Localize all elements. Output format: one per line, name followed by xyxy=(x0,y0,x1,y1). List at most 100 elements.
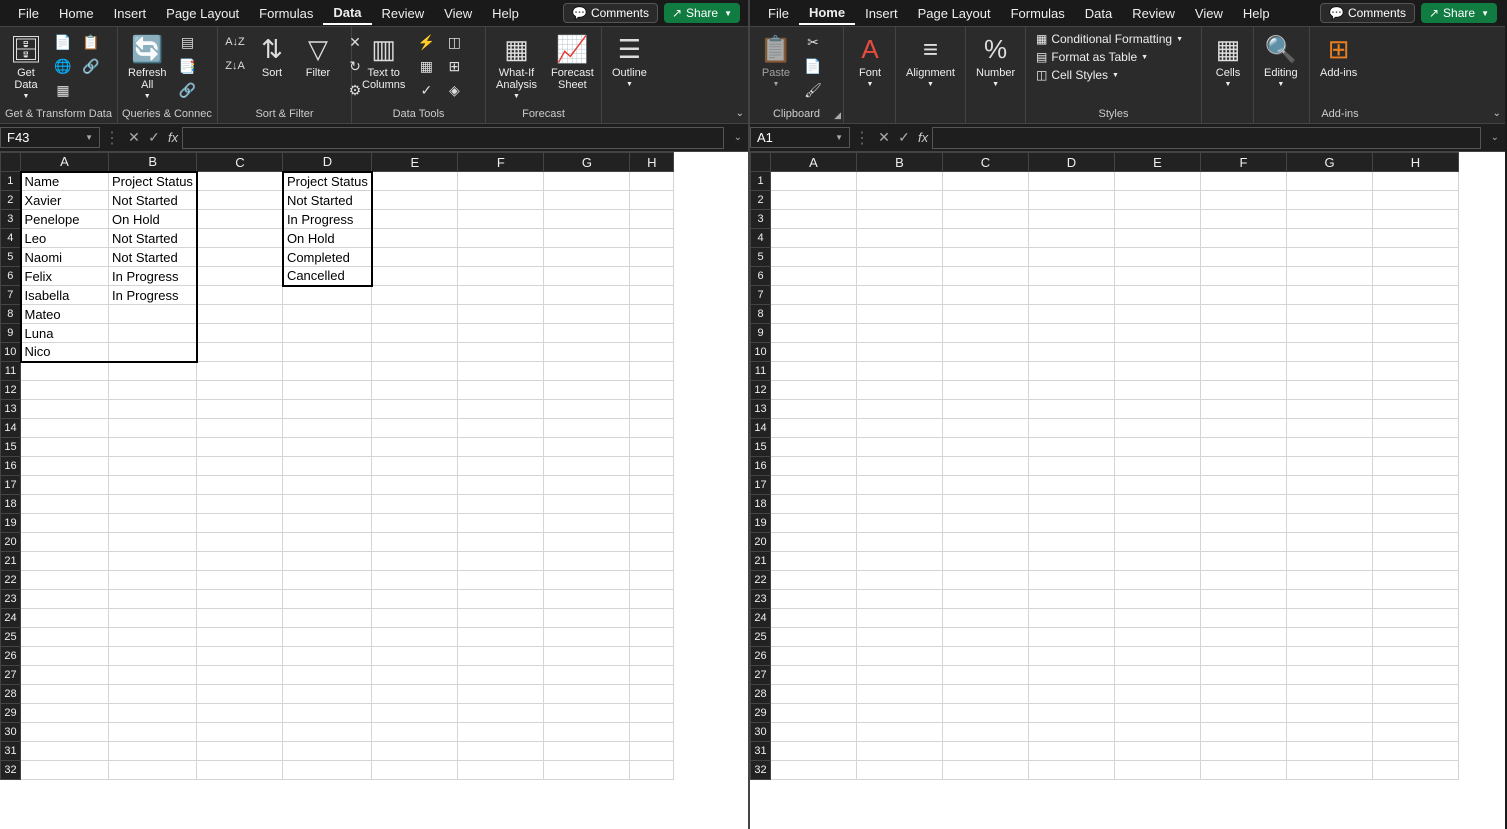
cell-H7[interactable] xyxy=(1373,286,1459,305)
row-header-25[interactable]: 25 xyxy=(1,628,21,647)
cell-H6[interactable] xyxy=(1373,267,1459,286)
cell-C13[interactable] xyxy=(197,400,283,419)
cell-A17[interactable] xyxy=(21,476,109,495)
cell-A30[interactable] xyxy=(21,723,109,742)
edit-links-icon[interactable]: 🔗 xyxy=(177,79,199,101)
cell-B26[interactable] xyxy=(857,647,943,666)
row-header-13[interactable]: 13 xyxy=(1,400,21,419)
cell-A31[interactable] xyxy=(771,742,857,761)
cell-E8[interactable] xyxy=(372,305,458,324)
cell-D28[interactable] xyxy=(1029,685,1115,704)
cell-B15[interactable] xyxy=(857,438,943,457)
row-header-12[interactable]: 12 xyxy=(1,381,21,400)
cell-D21[interactable] xyxy=(283,552,372,571)
cell-C32[interactable] xyxy=(197,761,283,780)
cell-E22[interactable] xyxy=(372,571,458,590)
cut-icon[interactable]: ✂ xyxy=(802,31,824,53)
cell-G27[interactable] xyxy=(544,666,630,685)
cell-A23[interactable] xyxy=(21,590,109,609)
row-header-20[interactable]: 20 xyxy=(751,533,771,552)
cell-A3[interactable]: Penelope xyxy=(21,210,109,229)
cell-A13[interactable] xyxy=(771,400,857,419)
cell-A31[interactable] xyxy=(21,742,109,761)
cell-E28[interactable] xyxy=(1115,685,1201,704)
cell-A20[interactable] xyxy=(771,533,857,552)
cell-C5[interactable] xyxy=(943,248,1029,267)
number-group-button[interactable]: % Number ▼ xyxy=(970,29,1021,92)
cell-F25[interactable] xyxy=(458,628,544,647)
cell-F21[interactable] xyxy=(1201,552,1287,571)
cell-G11[interactable] xyxy=(544,362,630,381)
cell-D22[interactable] xyxy=(1029,571,1115,590)
cell-F23[interactable] xyxy=(1201,590,1287,609)
cell-G26[interactable] xyxy=(1287,647,1373,666)
cell-A25[interactable] xyxy=(771,628,857,647)
cell-D2[interactable]: Not Started xyxy=(283,191,372,210)
menu-page-layout[interactable]: Page Layout xyxy=(908,3,1001,24)
cell-B10[interactable] xyxy=(109,343,197,362)
cell-D5[interactable]: Completed xyxy=(283,248,372,267)
cell-H21[interactable] xyxy=(630,552,674,571)
cell-F5[interactable] xyxy=(1201,248,1287,267)
cell-D16[interactable] xyxy=(283,457,372,476)
cancel-formula-icon[interactable]: ✕ xyxy=(874,129,894,146)
cell-H2[interactable] xyxy=(630,191,674,210)
cell-D5[interactable] xyxy=(1029,248,1115,267)
cell-F30[interactable] xyxy=(458,723,544,742)
cell-G5[interactable] xyxy=(1287,248,1373,267)
cell-B22[interactable] xyxy=(109,571,197,590)
menu-view[interactable]: View xyxy=(1185,3,1233,24)
cell-C32[interactable] xyxy=(943,761,1029,780)
cell-F15[interactable] xyxy=(458,438,544,457)
cell-D6[interactable]: Cancelled xyxy=(283,267,372,286)
cell-F19[interactable] xyxy=(458,514,544,533)
cell-C6[interactable] xyxy=(943,267,1029,286)
row-header-17[interactable]: 17 xyxy=(1,476,21,495)
row-header-28[interactable]: 28 xyxy=(751,685,771,704)
cell-A6[interactable]: Felix xyxy=(21,267,109,286)
cell-E16[interactable] xyxy=(1115,457,1201,476)
cell-C19[interactable] xyxy=(197,514,283,533)
row-header-29[interactable]: 29 xyxy=(751,704,771,723)
cell-D24[interactable] xyxy=(283,609,372,628)
cell-D27[interactable] xyxy=(1029,666,1115,685)
cell-H27[interactable] xyxy=(630,666,674,685)
cell-F17[interactable] xyxy=(458,476,544,495)
cell-B12[interactable] xyxy=(857,381,943,400)
cell-H18[interactable] xyxy=(1373,495,1459,514)
row-header-28[interactable]: 28 xyxy=(1,685,21,704)
cell-E19[interactable] xyxy=(1115,514,1201,533)
row-header-20[interactable]: 20 xyxy=(1,533,21,552)
cell-E11[interactable] xyxy=(372,362,458,381)
menu-home[interactable]: Home xyxy=(799,2,855,25)
cell-E1[interactable] xyxy=(372,172,458,191)
cell-G23[interactable] xyxy=(544,590,630,609)
cell-H5[interactable] xyxy=(1373,248,1459,267)
cell-D13[interactable] xyxy=(1029,400,1115,419)
cell-A27[interactable] xyxy=(771,666,857,685)
cell-H13[interactable] xyxy=(630,400,674,419)
cell-H31[interactable] xyxy=(1373,742,1459,761)
cell-A26[interactable] xyxy=(771,647,857,666)
cell-B1[interactable] xyxy=(857,172,943,191)
cell-H23[interactable] xyxy=(1373,590,1459,609)
cell-H21[interactable] xyxy=(1373,552,1459,571)
cell-G21[interactable] xyxy=(1287,552,1373,571)
cell-A28[interactable] xyxy=(771,685,857,704)
cell-G31[interactable] xyxy=(544,742,630,761)
cell-E17[interactable] xyxy=(372,476,458,495)
cell-E26[interactable] xyxy=(1115,647,1201,666)
cell-E9[interactable] xyxy=(1115,324,1201,343)
cell-D29[interactable] xyxy=(283,704,372,723)
cell-C29[interactable] xyxy=(943,704,1029,723)
cell-H32[interactable] xyxy=(1373,761,1459,780)
cell-F18[interactable] xyxy=(458,495,544,514)
cell-F2[interactable] xyxy=(1201,191,1287,210)
cell-C2[interactable] xyxy=(943,191,1029,210)
cell-A23[interactable] xyxy=(771,590,857,609)
row-header-2[interactable]: 2 xyxy=(1,191,21,210)
cell-G27[interactable] xyxy=(1287,666,1373,685)
row-header-18[interactable]: 18 xyxy=(751,495,771,514)
cell-H30[interactable] xyxy=(630,723,674,742)
cell-C24[interactable] xyxy=(943,609,1029,628)
